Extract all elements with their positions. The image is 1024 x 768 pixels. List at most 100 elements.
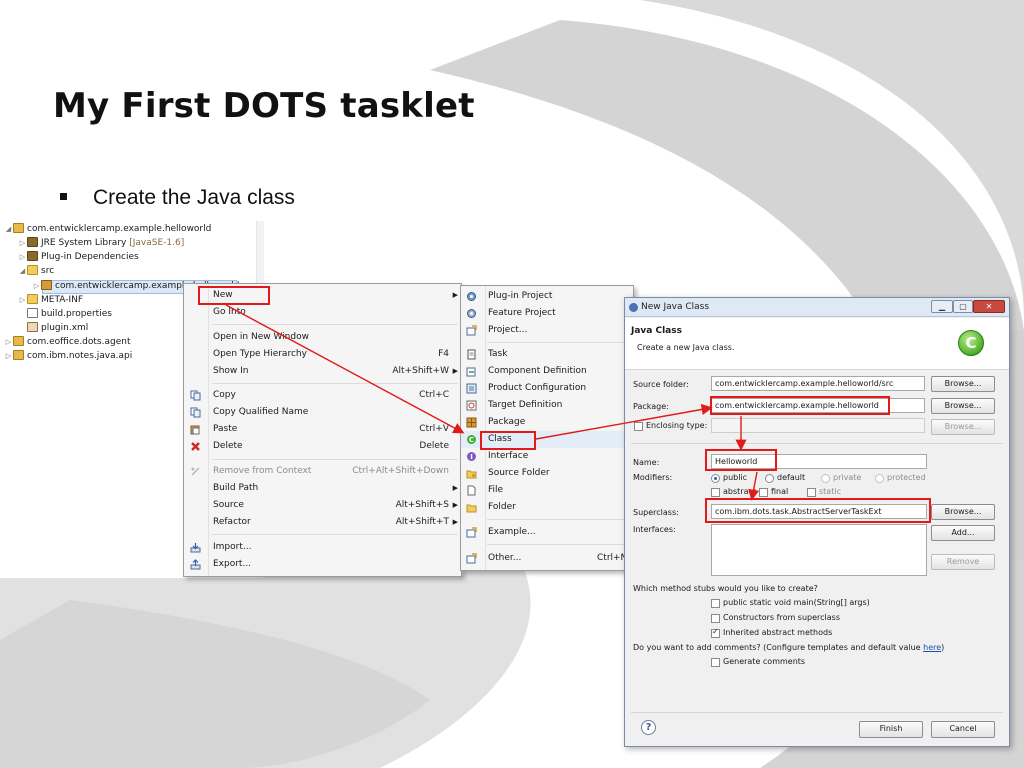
submenu-item-feature-project[interactable]: Feature Project: [461, 305, 635, 322]
menu-item-copy-qualified-name[interactable]: Copy Qualified Name: [184, 404, 463, 421]
menu-item-import[interactable]: Import...: [184, 539, 463, 556]
export-icon: [190, 559, 201, 570]
cancel-button[interactable]: Cancel: [931, 721, 995, 738]
tree-item-notes-api[interactable]: ▷ com.ibm.notes.java.api: [4, 349, 132, 363]
menu-item-show-in[interactable]: Show In Alt+Shift+W ▶: [184, 363, 463, 380]
close-button[interactable]: ✕: [973, 300, 1005, 313]
source-folder-browse-button[interactable]: Browse...: [931, 376, 995, 392]
submenu-item-interface[interactable]: I Interface: [461, 448, 635, 465]
expand-twisty-icon[interactable]: ◢: [18, 265, 27, 278]
source-folder-field[interactable]: com.entwicklercamp.example.helloworld/sr…: [711, 376, 925, 391]
tree-item-plugin-dependencies[interactable]: ▷ Plug-in Dependencies: [18, 250, 139, 264]
maximize-button[interactable]: ▢: [953, 300, 973, 313]
modifier-abstract-checkbox[interactable]: [711, 488, 720, 497]
menu-item-label: Open Type Hierarchy: [213, 349, 307, 359]
menu-item-delete[interactable]: Delete Delete: [184, 438, 463, 455]
submenu-item-target-definition[interactable]: Target Definition: [461, 397, 635, 414]
submenu-item-label: Component Definition: [488, 366, 587, 376]
interfaces-add-button[interactable]: Add...: [931, 525, 995, 541]
modifier-final-checkbox[interactable]: [759, 488, 768, 497]
modifier-public-label: public: [723, 473, 748, 482]
dialog-titlebar[interactable]: New Java Class ▁ ▢ ✕: [625, 298, 1009, 317]
superclass-browse-button[interactable]: Browse...: [931, 504, 995, 520]
menu-item-label: Export...: [213, 559, 252, 569]
enclosing-type-browse-button[interactable]: Browse...: [931, 419, 995, 435]
folder-icon: [466, 504, 477, 513]
submenu-item-product-configuration[interactable]: Product Configuration: [461, 380, 635, 397]
help-icon[interactable]: ?: [641, 720, 656, 735]
collapse-twisty-icon[interactable]: ▷: [18, 237, 27, 250]
menu-item-open-in-new-window[interactable]: Open in New Window: [184, 329, 463, 346]
submenu-item-label: Task: [488, 349, 508, 359]
tree-item-src[interactable]: ◢ src: [18, 264, 54, 278]
enclosing-type-field[interactable]: [711, 418, 925, 433]
menu-item-paste[interactable]: Paste Ctrl+V: [184, 421, 463, 438]
submenu-item-project[interactable]: Project...: [461, 322, 635, 339]
modifier-private-radio[interactable]: [821, 474, 830, 483]
menu-item-open-type-hierarchy[interactable]: Open Type Hierarchy F4: [184, 346, 463, 363]
collapse-twisty-icon[interactable]: ▷: [18, 251, 27, 264]
callout-box-new: [198, 286, 270, 305]
tree-item-meta-inf[interactable]: ▷ META-INF: [18, 293, 83, 307]
submenu-item-file[interactable]: File: [461, 482, 635, 499]
submenu-item-package[interactable]: Package: [461, 414, 635, 431]
tree-item-plugin-xml[interactable]: plugin.xml: [27, 321, 88, 335]
collapse-twisty-icon[interactable]: ▷: [32, 280, 41, 293]
submenu-item-other[interactable]: Other... Ctrl+N: [461, 550, 635, 567]
modifier-default-radio[interactable]: [765, 474, 774, 483]
bullet-text: Create the Java class: [93, 186, 295, 209]
tree-item-eoffice-agent[interactable]: ▷ com.eoffice.dots.agent: [4, 335, 130, 349]
menu-item-export[interactable]: Export...: [184, 556, 463, 573]
finish-button[interactable]: Finish: [859, 721, 923, 738]
menu-item-go-into[interactable]: Go Into: [184, 304, 463, 321]
enclosing-type-checkbox[interactable]: [634, 422, 643, 431]
modifier-static-label: static: [819, 487, 841, 496]
menu-item-refactor[interactable]: Refactor Alt+Shift+T ▶: [184, 514, 463, 531]
interfaces-list[interactable]: [711, 524, 927, 576]
superclass-label: Superclass:: [633, 508, 679, 517]
minimize-button[interactable]: ▁: [931, 300, 953, 313]
menu-item-source[interactable]: Source Alt+Shift+S ▶: [184, 497, 463, 514]
package-browse-button[interactable]: Browse...: [931, 398, 995, 414]
modifier-public-radio[interactable]: [711, 474, 720, 483]
menu-separator: [212, 324, 458, 325]
stub-inherited-abstract-checkbox[interactable]: [711, 627, 720, 638]
project-wizard-icon: [466, 325, 477, 336]
tree-item-jre-library[interactable]: ▷ JRE System Library [JavaSE-1.6]: [18, 236, 184, 250]
stub-constructors-checkbox[interactable]: [711, 614, 720, 623]
tree-item-label: Plug-in Dependencies: [41, 252, 139, 262]
submenu-item-folder[interactable]: Folder: [461, 499, 635, 516]
menu-item-label: Build Path: [213, 483, 259, 493]
menu-item-copy[interactable]: Copy Ctrl+C: [184, 387, 463, 404]
folder-icon: [27, 293, 38, 304]
menu-shortcut: Ctrl+N: [597, 553, 628, 563]
menu-item-build-path[interactable]: Build Path ▶: [184, 480, 463, 497]
comments-question-text: Do you want to add comments? (Configure …: [633, 643, 924, 652]
paste-icon: [190, 425, 200, 435]
tree-item-project[interactable]: ◢ com.entwicklercamp.example.helloworld: [4, 222, 212, 236]
menu-item-label: Paste: [213, 424, 238, 434]
stub-main-checkbox[interactable]: [711, 599, 720, 608]
configure-templates-link[interactable]: here: [923, 643, 941, 652]
menu-item-label: Show In: [213, 366, 249, 376]
submenu-item-label: Other...: [488, 553, 522, 563]
submenu-item-source-folder[interactable]: Source Folder: [461, 465, 635, 482]
tree-item-build-properties[interactable]: build.properties: [27, 307, 112, 321]
submenu-item-component-definition[interactable]: Component Definition: [461, 363, 635, 380]
stub-main-label: public static void main(String[] args): [723, 598, 870, 607]
menu-separator: [487, 544, 633, 545]
generate-comments-checkbox[interactable]: [711, 658, 720, 667]
modifier-protected-radio[interactable]: [875, 474, 884, 483]
collapse-twisty-icon[interactable]: ▷: [4, 350, 13, 363]
expand-twisty-icon[interactable]: ◢: [4, 223, 13, 236]
collapse-twisty-icon[interactable]: ▷: [4, 336, 13, 349]
menu-shortcut: F4: [438, 349, 449, 359]
interfaces-remove-button[interactable]: Remove: [931, 554, 995, 570]
modifier-static-checkbox[interactable]: [807, 488, 816, 497]
other-wizard-icon: [466, 553, 477, 564]
submenu-item-task[interactable]: Task: [461, 346, 635, 363]
collapse-twisty-icon[interactable]: ▷: [18, 294, 27, 307]
submenu-item-plugin-project[interactable]: Plug-in Project: [461, 288, 635, 305]
submenu-item-example[interactable]: Example...: [461, 524, 635, 541]
tree-item-label: com.entwicklercamp.example.helloworld: [27, 224, 212, 234]
